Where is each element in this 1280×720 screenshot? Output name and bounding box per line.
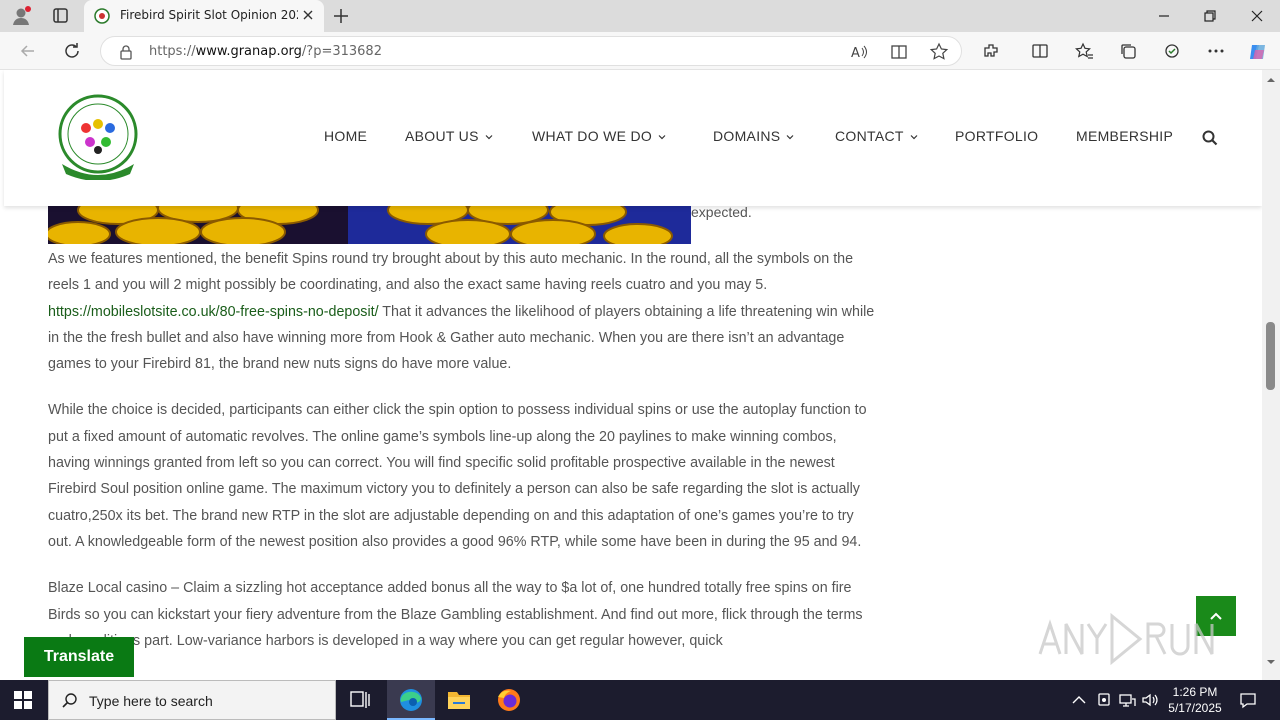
clock-time: 1:26 PM: [1172, 685, 1218, 699]
chevron-down-icon: [910, 135, 918, 140]
chevron-down-icon: [658, 135, 666, 140]
address-bar-row: https://www.granap.org/?p=313682 A: [0, 32, 1280, 70]
tab-title: Firebird Spirit Slot Opinion 2025 T: [120, 8, 298, 22]
search-icon: [61, 692, 79, 710]
new-tab-icon[interactable]: [331, 6, 351, 26]
menu-item-contact[interactable]: CONTACT: [835, 128, 918, 144]
profile-icon[interactable]: [10, 5, 32, 27]
menu-item-home[interactable]: HOME: [324, 128, 367, 144]
article-image: [48, 206, 691, 244]
task-view-icon[interactable]: [336, 680, 384, 720]
svg-text:A: A: [851, 46, 860, 61]
windows-taskbar: Type here to search 1:26 PM 5/17/2025: [0, 680, 1280, 720]
favorites-icon[interactable]: [1074, 41, 1094, 61]
volume-icon[interactable]: [1141, 691, 1159, 709]
active-tab[interactable]: Firebird Spirit Slot Opinion 2025 T: [84, 0, 324, 32]
translate-button[interactable]: Translate: [24, 637, 134, 677]
device-icon[interactable]: [1095, 691, 1113, 709]
menu-item-membership[interactable]: MEMBERSHIP: [1076, 128, 1173, 144]
browser-tab-bar: Firebird Spirit Slot Opinion 2025 T: [0, 0, 1280, 32]
article-paragraph: As we features mentioned, the benefit Sp…: [48, 251, 875, 373]
file-explorer-icon[interactable]: [435, 680, 483, 720]
url-text: https://www.granap.org/?p=313682: [149, 44, 382, 59]
collections-icon[interactable]: [1118, 41, 1138, 61]
taskbar-clock[interactable]: 1:26 PM 5/17/2025: [1160, 684, 1230, 716]
minimize-icon[interactable]: [1154, 6, 1174, 26]
windows-start-icon[interactable]: [14, 691, 32, 709]
notification-icon[interactable]: [1238, 690, 1258, 710]
watermark-logo: [1036, 608, 1236, 670]
taskbar-search-placeholder: Type here to search: [89, 693, 213, 709]
article-paragraph: While the choice is decided, participant…: [48, 402, 867, 550]
close-window-icon[interactable]: [1247, 6, 1267, 26]
article-paragraph: Blaze Local casino – Claim a sizzling ho…: [48, 580, 863, 649]
performance-icon[interactable]: [1162, 41, 1182, 61]
url-field[interactable]: https://www.granap.org/?p=313682 A: [100, 36, 962, 66]
firefox-icon[interactable]: [485, 680, 533, 720]
edge-browser-icon[interactable]: [387, 680, 435, 720]
menu-item-domains[interactable]: DOMAINS: [713, 128, 794, 144]
chevron-down-icon: [787, 135, 794, 140]
chevron-up-icon[interactable]: [1070, 691, 1088, 709]
restore-icon[interactable]: [1200, 6, 1220, 26]
extensions-icon[interactable]: [981, 41, 1001, 61]
page-viewport: HOME ABOUT US WHAT DO WE DO DOMAINS CONT…: [0, 70, 1262, 680]
page-scrollbar[interactable]: [1262, 70, 1280, 680]
back-arrow-icon[interactable]: [18, 41, 38, 61]
more-options-icon[interactable]: [1206, 41, 1226, 61]
taskbar-search-box[interactable]: Type here to search: [48, 680, 336, 720]
chevron-down-icon: [485, 135, 493, 140]
immersive-reader-icon[interactable]: [889, 42, 909, 62]
scroll-up-icon[interactable]: [1267, 76, 1275, 84]
copilot-icon[interactable]: [1247, 41, 1267, 61]
lock-icon[interactable]: [119, 44, 133, 60]
menu-item-what-do-we-do[interactable]: WHAT DO WE DO: [532, 128, 666, 144]
network-icon[interactable]: [1118, 691, 1136, 709]
site-logo[interactable]: [54, 92, 142, 181]
article-link[interactable]: https://mobileslotsite.co.uk/80-free-spi…: [48, 304, 379, 320]
scroll-down-icon[interactable]: [1267, 658, 1275, 666]
clock-date: 5/17/2025: [1168, 701, 1222, 715]
scrollbar-thumb[interactable]: [1266, 322, 1275, 390]
favorite-star-icon[interactable]: [929, 42, 949, 62]
site-favicon-icon: [94, 8, 110, 24]
article-body: As we features mentioned, the benefit Sp…: [48, 246, 880, 674]
split-screen-icon[interactable]: [1030, 41, 1050, 61]
refresh-icon[interactable]: [62, 41, 82, 61]
site-header: HOME ABOUT US WHAT DO WE DO DOMAINS CONT…: [4, 70, 1262, 206]
search-icon[interactable]: [1202, 130, 1218, 146]
close-tab-icon[interactable]: [300, 7, 316, 23]
tab-actions-icon[interactable]: [48, 6, 72, 26]
menu-item-portfolio[interactable]: PORTFOLIO: [955, 128, 1038, 144]
read-aloud-icon[interactable]: A: [849, 42, 869, 62]
menu-item-about-us[interactable]: ABOUT US: [405, 128, 493, 144]
image-caption-text: expected.: [691, 204, 752, 220]
